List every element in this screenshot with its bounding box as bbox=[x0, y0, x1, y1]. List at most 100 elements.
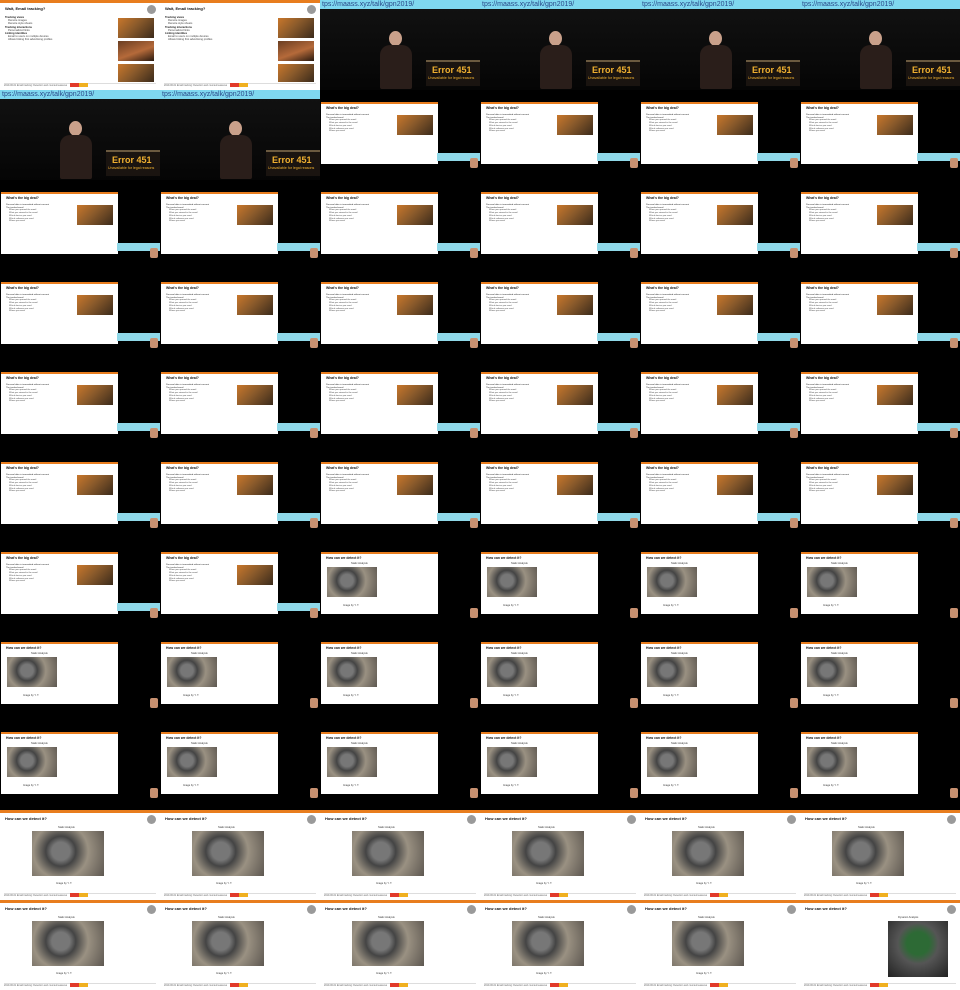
caption-bottom: Image by Y. T. bbox=[56, 882, 73, 885]
projected-slide: What's the big deal? Personal data is tr… bbox=[321, 192, 438, 254]
slide-line: Where you were bbox=[489, 310, 505, 313]
slide-detect: How can we detect it? Static Analysis Im… bbox=[160, 810, 320, 900]
slide-photo bbox=[77, 295, 113, 315]
projected-slide: How can we detect it? Static Analysis Im… bbox=[481, 552, 598, 614]
speaker bbox=[378, 31, 414, 89]
recording-detect: How can we detect it? Static Analysis Im… bbox=[640, 720, 800, 810]
error-subtitle: Unavailable for legal reasons bbox=[748, 76, 795, 80]
recording-big-deal: What's the big deal? Personal data is tr… bbox=[800, 360, 960, 450]
slide-title: What's the big deal? bbox=[326, 196, 359, 200]
projected-slide: What's the big deal? Personal data is tr… bbox=[161, 372, 278, 434]
projected-slide: What's the big deal? Personal data is tr… bbox=[1, 552, 118, 614]
slide-title: What's the big deal? bbox=[6, 466, 39, 470]
slide-line: Allows linking first advertising profile… bbox=[168, 38, 213, 42]
talk-url: tps://maass.xyz/talk/gpn2019/ bbox=[160, 90, 320, 99]
speaker-small bbox=[470, 338, 478, 348]
slide-title: What's the big deal? bbox=[806, 106, 839, 110]
recording-big-deal: What's the big deal? Personal data is tr… bbox=[0, 180, 160, 270]
slide-accent-stripe bbox=[640, 810, 800, 813]
caption-bottom: Image by Y. T. bbox=[376, 972, 393, 975]
slide-title: What's the big deal? bbox=[326, 376, 359, 380]
speaker-small bbox=[950, 788, 958, 798]
slide-title: What's the big deal? bbox=[326, 286, 359, 290]
caption-top: Static Analysis bbox=[378, 916, 395, 919]
event-logo-icon bbox=[710, 983, 729, 987]
event-logo-icon bbox=[390, 983, 409, 987]
slide-accent-stripe bbox=[0, 900, 160, 903]
slide-body: Personal data is transmitted without con… bbox=[6, 474, 76, 493]
event-logo-icon bbox=[710, 893, 729, 897]
slide-accent-stripe bbox=[481, 552, 598, 554]
cat-photo bbox=[327, 657, 377, 687]
projected-slide: What's the big deal? Personal data is tr… bbox=[1, 372, 118, 434]
speaker-small bbox=[470, 158, 478, 168]
talk-url: tps://maass.xyz/talk/gpn2019/ bbox=[800, 0, 960, 9]
recording-detect: How can we detect it? Static Analysis Im… bbox=[320, 630, 480, 720]
cat-photo bbox=[327, 567, 377, 597]
slide-detect: How can we detect it? Static Analysis Im… bbox=[800, 810, 960, 900]
error-display: Error 451 Unavailable for legal reasons bbox=[426, 60, 480, 86]
slide-accent-stripe bbox=[161, 732, 278, 734]
caption-top: Static Analysis bbox=[831, 562, 848, 565]
event-logo-icon bbox=[70, 83, 89, 87]
recording-detect: How can we detect it? Static Analysis Im… bbox=[640, 630, 800, 720]
slide-body: Personal data is transmitted without con… bbox=[806, 114, 876, 133]
cat-photo bbox=[167, 747, 217, 777]
slide-photo-3 bbox=[278, 64, 314, 82]
error-subtitle: Unavailable for legal reasons bbox=[588, 76, 635, 80]
recording-big-deal: What's the big deal? Personal data is tr… bbox=[800, 180, 960, 270]
cat-photo bbox=[807, 657, 857, 687]
speaker-head bbox=[69, 121, 82, 136]
speaker bbox=[698, 31, 734, 89]
caption-bottom: Image by Y. T. bbox=[856, 882, 873, 885]
slide-accent-stripe bbox=[320, 810, 480, 813]
university-logo-icon bbox=[307, 905, 316, 914]
projected-slide: What's the big deal? Personal data is tr… bbox=[321, 372, 438, 434]
caption-top: Static Analysis bbox=[511, 742, 528, 745]
speaker-small bbox=[310, 698, 318, 708]
slide-line: Where you were bbox=[809, 310, 825, 313]
cat-photo bbox=[192, 831, 264, 876]
projected-slide: What's the big deal? Personal data is tr… bbox=[1, 282, 118, 344]
slide-body: Personal data is transmitted without con… bbox=[326, 204, 396, 223]
slide-photo bbox=[877, 295, 913, 315]
projected-slide: What's the big deal? Personal data is tr… bbox=[641, 102, 758, 164]
event-logo-icon bbox=[70, 983, 89, 987]
recording-big-deal: What's the big deal? Personal data is tr… bbox=[640, 270, 800, 360]
speaker-small bbox=[630, 158, 638, 168]
stage: Error 451 Unavailable for legal reasons bbox=[480, 9, 640, 90]
slide-accent-stripe bbox=[801, 462, 918, 464]
recording-big-deal: What's the big deal? Personal data is tr… bbox=[640, 180, 800, 270]
slide-photo bbox=[397, 385, 433, 405]
slide-line: Where you were bbox=[329, 310, 345, 313]
projected-slide: What's the big deal? Personal data is tr… bbox=[161, 552, 278, 614]
recording-big-deal: What's the big deal? Personal data is tr… bbox=[480, 90, 640, 180]
video-frame-error-451: tps://maass.xyz/talk/gpn2019/ Error 451 … bbox=[0, 90, 160, 180]
slide-body: Personal data is transmitted without con… bbox=[326, 294, 396, 313]
projected-slide: How can we detect it? Static Analysis Im… bbox=[641, 552, 758, 614]
caption-bottom: Image by Y. T. bbox=[823, 784, 840, 787]
recording-detect: How can we detect it? Static Analysis Im… bbox=[0, 630, 160, 720]
slide-line: Where you were bbox=[329, 400, 345, 403]
slide-body: Personal data is transmitted without con… bbox=[646, 384, 716, 403]
cat-photo bbox=[512, 831, 584, 876]
speaker-head bbox=[869, 31, 882, 46]
speaker-small bbox=[310, 518, 318, 528]
caption-top: Static Analysis bbox=[58, 916, 75, 919]
university-logo-icon bbox=[947, 905, 956, 914]
slide-accent-stripe bbox=[481, 462, 598, 464]
cat-photo bbox=[647, 747, 697, 777]
recording-big-deal: What's the big deal? Personal data is tr… bbox=[320, 180, 480, 270]
slide-photo bbox=[77, 205, 113, 225]
slide-title: Wait, Email tracking? bbox=[165, 6, 206, 11]
slide-accent-stripe bbox=[1, 372, 118, 374]
video-frame-error-451: tps://maass.xyz/talk/gpn2019/ Error 451 … bbox=[480, 0, 640, 90]
slide-photo bbox=[237, 565, 273, 585]
event-logo-icon bbox=[870, 983, 889, 987]
slide-title: What's the big deal? bbox=[806, 376, 839, 380]
speaker-small bbox=[310, 248, 318, 258]
university-logo-icon bbox=[307, 5, 316, 14]
recording-big-deal: What's the big deal? Personal data is tr… bbox=[320, 360, 480, 450]
university-logo-icon bbox=[467, 815, 476, 824]
caption-bottom: Image by Y. T. bbox=[23, 694, 40, 697]
